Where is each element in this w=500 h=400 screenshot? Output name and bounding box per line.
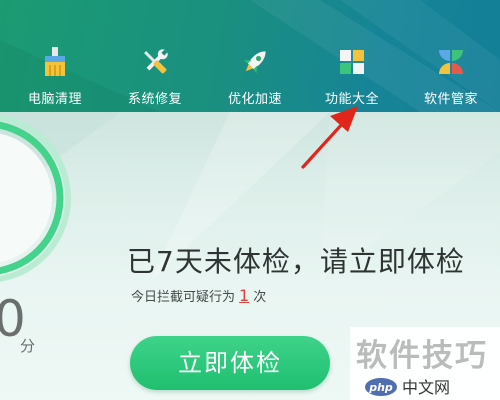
- checkup-status-headline: 已7天未体检，请立即体检: [127, 245, 465, 278]
- app-manager-icon: [439, 50, 463, 74]
- toolbar-item-label: 优化加速: [227, 92, 282, 107]
- php-cn-logo: php 中文网: [365, 378, 450, 397]
- blocked-summary-prefix: 今日拦截可疑行为: [131, 290, 236, 305]
- grid-icon: [340, 50, 364, 74]
- blocked-behavior-summary: 今日拦截可疑行为 1 次: [131, 286, 266, 305]
- logo-site-name: 中文网: [402, 378, 450, 397]
- toolbar-item-software-manager[interactable]: 软件管家: [401, 40, 500, 110]
- broom-icon: [45, 47, 65, 76]
- start-checkup-button[interactable]: 立即体检: [130, 336, 330, 390]
- toolbar-item-label: 系统修复: [127, 92, 182, 107]
- toolbar-item-all-features[interactable]: 功能大全: [302, 40, 402, 110]
- blocked-count-link[interactable]: 1: [239, 286, 249, 305]
- watermark-text: 软件技巧: [356, 338, 488, 374]
- toolbar-item-pc-cleanup[interactable]: 电脑清理: [5, 40, 105, 110]
- wrench-screwdriver-icon: [144, 49, 168, 74]
- health-score-gauge: [0, 114, 71, 282]
- health-score-unit: 分: [20, 337, 36, 355]
- blocked-summary-suffix: 次: [253, 290, 267, 305]
- toolbar-item-label: 软件管家: [423, 92, 478, 107]
- toolbar-item-label: 功能大全: [324, 92, 379, 107]
- logo-php: php: [368, 381, 393, 394]
- toolbar-item-system-repair[interactable]: 系统修复: [105, 40, 205, 110]
- security-app-window: 电脑清理 系统修复 优化加速 功能大全 软件管家 0 分 已7天未体检，请立即体…: [0, 0, 500, 400]
- rocket-icon: [243, 51, 266, 74]
- main-toolbar: 电脑清理 系统修复 优化加速 功能大全 软件管家: [0, 0, 500, 112]
- toolbar-item-label: 电脑清理: [27, 92, 82, 107]
- toolbar-item-speed-up[interactable]: 优化加速: [205, 40, 305, 110]
- header-toolbar-band: 电脑清理 系统修复 优化加速 功能大全 软件管家: [0, 0, 500, 112]
